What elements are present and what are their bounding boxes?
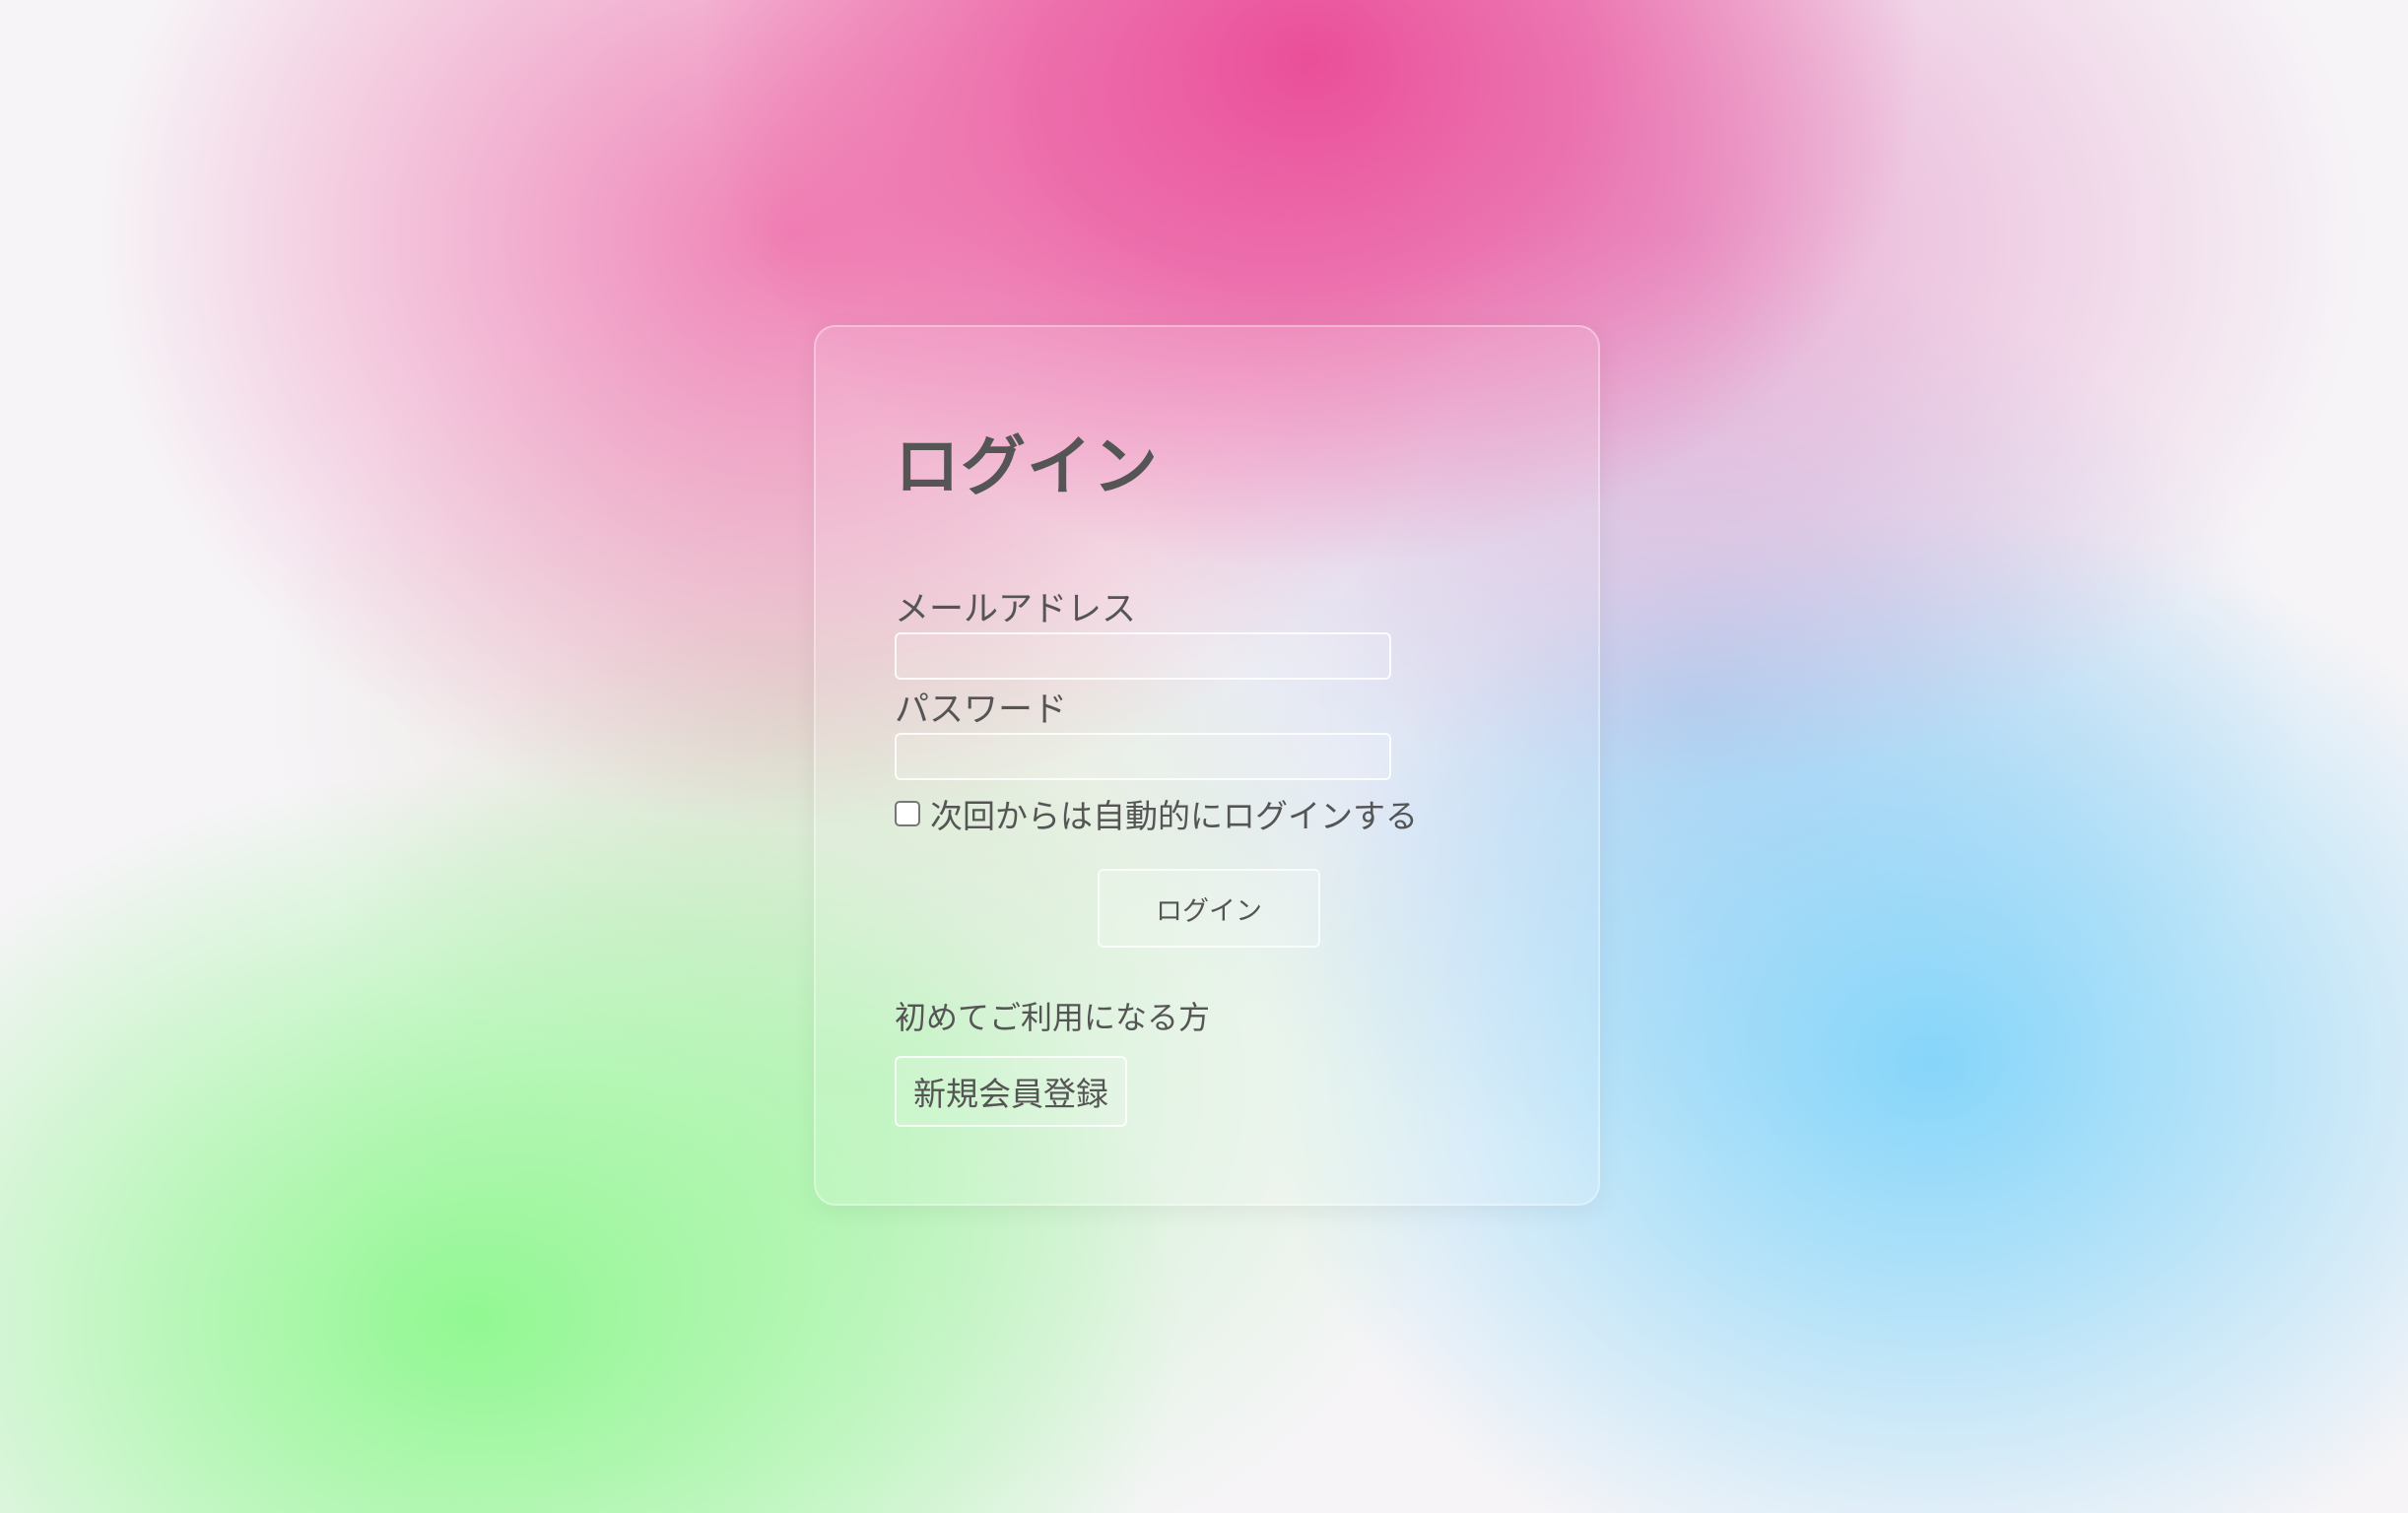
- password-label: パスワード: [895, 691, 1068, 730]
- remember-me-label[interactable]: 次回からは自動的にログインする: [930, 790, 1418, 837]
- remember-me-checkbox[interactable]: [895, 801, 920, 826]
- first-time-prompt: 初めてご利用になる方: [895, 999, 1211, 1036]
- login-button[interactable]: ログイン: [1098, 869, 1320, 948]
- page-title: ログイン: [895, 428, 1159, 504]
- register-button[interactable]: 新規会員登録: [895, 1056, 1127, 1127]
- email-label: メールアドレス: [895, 590, 1137, 629]
- email-field[interactable]: [895, 632, 1391, 680]
- password-field[interactable]: [895, 733, 1391, 780]
- login-card: ログイン メールアドレス パスワード 次回からは自動的にログインする ログイン …: [814, 325, 1600, 1206]
- remember-me-row[interactable]: 次回からは自動的にログインする: [895, 790, 1418, 837]
